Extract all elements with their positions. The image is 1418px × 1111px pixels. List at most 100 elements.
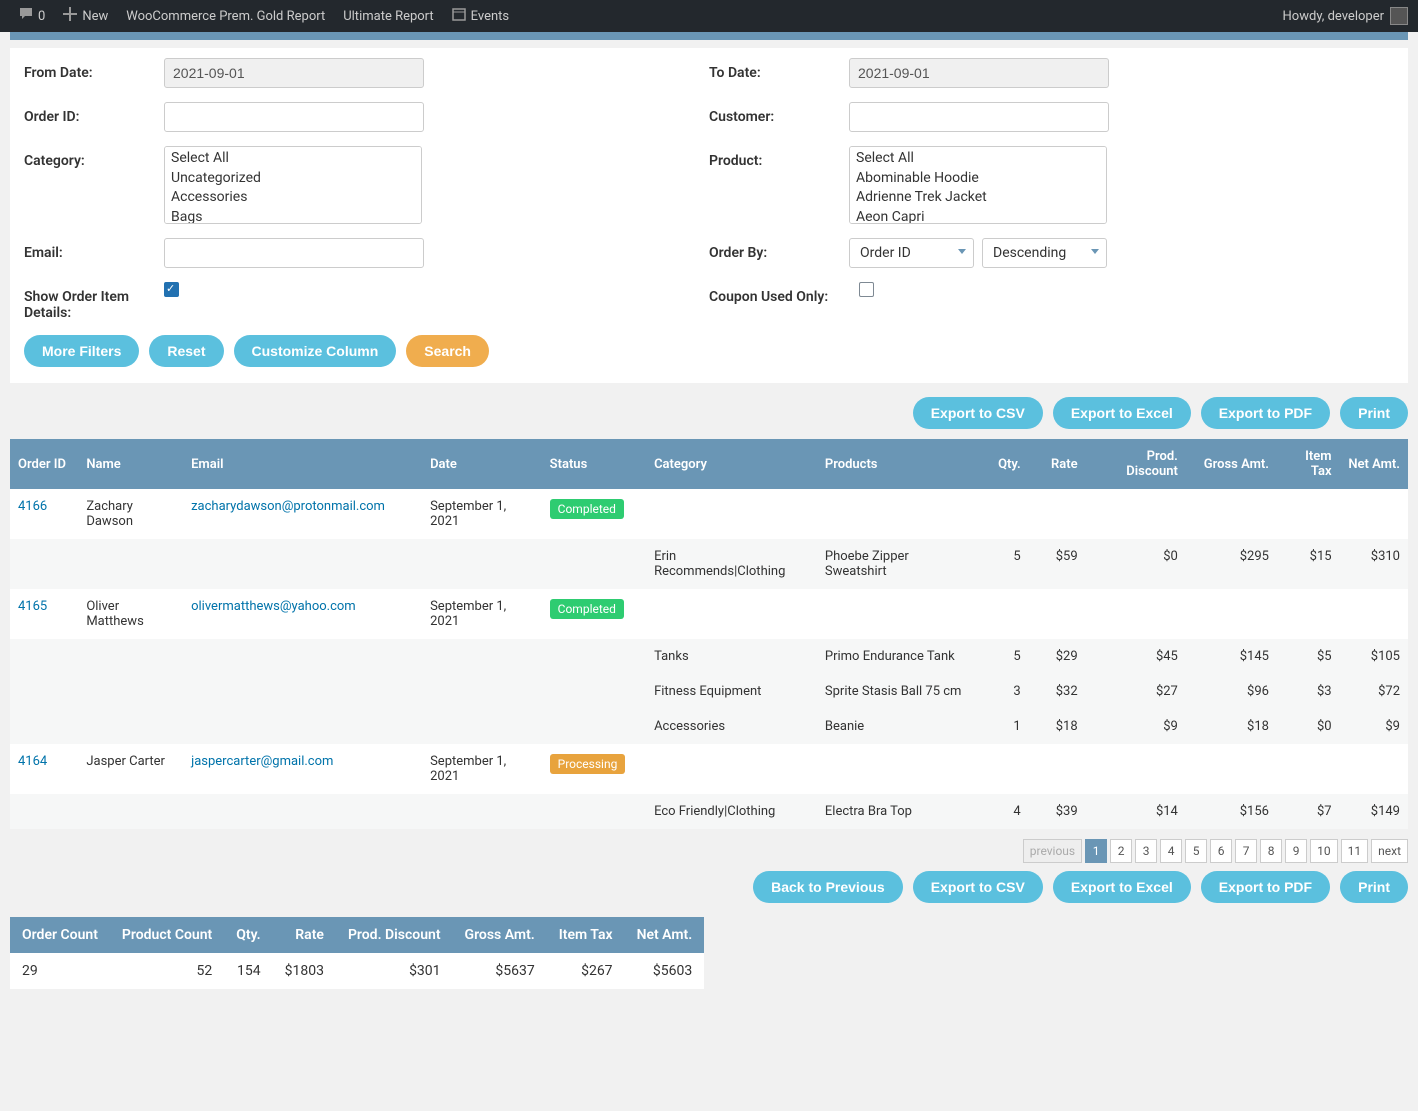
cell-category: Fitness Equipment <box>646 674 817 709</box>
product-option[interactable]: Select All <box>854 149 1102 169</box>
th-gross-amt[interactable]: Gross Amt. <box>1186 439 1277 489</box>
reset-button[interactable]: Reset <box>149 335 223 367</box>
cell-product: Electra Bra Top <box>817 794 972 829</box>
woocommerce-report-link[interactable]: WooCommerce Prem. Gold Report <box>118 0 333 32</box>
email-link[interactable]: olivermatthews@yahoo.com <box>191 599 356 614</box>
order-id-link[interactable]: 4166 <box>18 499 47 514</box>
export-csv-button[interactable]: Export to CSV <box>913 397 1043 429</box>
table-row: 4165 Oliver Matthews olivermatthews@yahoo.… <box>10 589 1408 639</box>
page-number[interactable]: 9 <box>1285 839 1307 863</box>
th-rate[interactable]: Rate <box>1029 439 1086 489</box>
table-row: TanksPrimo Endurance Tank5$29$45$145$5$1… <box>10 639 1408 674</box>
order-id-label: Order ID: <box>24 102 164 125</box>
th-order-id[interactable]: Order ID <box>10 439 78 489</box>
more-filters-button[interactable]: More Filters <box>24 335 139 367</box>
print-button[interactable]: Print <box>1340 397 1408 429</box>
product-option[interactable]: Abominable Hoodie <box>854 169 1102 189</box>
page-number[interactable]: 4 <box>1160 839 1182 863</box>
th-prod-discount[interactable]: Prod. Discount <box>1086 439 1186 489</box>
print-button-bottom[interactable]: Print <box>1340 871 1408 903</box>
search-button[interactable]: Search <box>406 335 489 367</box>
th-net-amt[interactable]: Net Amt. <box>1340 439 1408 489</box>
plus-icon <box>63 7 77 25</box>
page-number[interactable]: 5 <box>1185 839 1207 863</box>
cell-discount: $45 <box>1086 639 1186 674</box>
customize-column-button[interactable]: Customize Column <box>234 335 397 367</box>
avatar <box>1390 7 1408 25</box>
th-email[interactable]: Email <box>183 439 422 489</box>
table-row: Erin Recommends|ClothingPhoebe Zipper Sw… <box>10 539 1408 589</box>
th-qty[interactable]: Qty. <box>972 439 1029 489</box>
th-category[interactable]: Category <box>646 439 817 489</box>
page-number[interactable]: 7 <box>1235 839 1257 863</box>
cell-name: Oliver Matthews <box>78 589 183 639</box>
th-products[interactable]: Products <box>817 439 972 489</box>
export-pdf-button[interactable]: Export to PDF <box>1201 397 1330 429</box>
page-number[interactable]: 3 <box>1135 839 1157 863</box>
new-link[interactable]: New <box>55 0 116 32</box>
export-excel-button-bottom[interactable]: Export to Excel <box>1053 871 1191 903</box>
cell-tax: $5 <box>1277 639 1340 674</box>
export-excel-button[interactable]: Export to Excel <box>1053 397 1191 429</box>
to-date-input[interactable] <box>849 58 1109 88</box>
admin-bar-right[interactable]: Howdy, developer <box>1283 7 1408 25</box>
th-status[interactable]: Status <box>542 439 646 489</box>
order-id-link[interactable]: 4164 <box>18 754 47 769</box>
page-prev[interactable]: previous <box>1023 839 1082 863</box>
email-link[interactable]: jaspercarter@gmail.com <box>191 754 333 769</box>
export-csv-button-bottom[interactable]: Export to CSV <box>913 871 1043 903</box>
page-number[interactable]: 1 <box>1085 839 1107 863</box>
order-id-input[interactable] <box>164 102 424 132</box>
comments-link[interactable]: 0 <box>10 0 53 32</box>
table-row: 4164Jasper Carterjaspercarter@gmail.comS… <box>10 744 1408 794</box>
export-pdf-button-bottom[interactable]: Export to PDF <box>1201 871 1330 903</box>
product-option[interactable]: Adrienne Trek Jacket <box>854 188 1102 208</box>
email-link[interactable]: zacharydawson@protonmail.com <box>191 499 385 514</box>
page-number[interactable]: 2 <box>1110 839 1132 863</box>
cell-category: Accessories <box>646 709 817 744</box>
cell-tax: $3 <box>1277 674 1340 709</box>
events-label: Events <box>471 9 509 24</box>
orders-table: Order ID Name Email Date Status Category… <box>10 439 1408 829</box>
category-listbox[interactable]: Select AllUncategorizedAccessoriesBagsBa… <box>164 146 422 224</box>
from-date-label: From Date: <box>24 58 164 81</box>
admin-bar-left: 0 New WooCommerce Prem. Gold Report Ulti… <box>10 0 517 32</box>
customer-label: Customer: <box>709 102 849 125</box>
status-badge: Processing <box>550 754 626 774</box>
th-name[interactable]: Name <box>78 439 183 489</box>
email-input[interactable] <box>164 238 424 268</box>
std-product-count: 52 <box>110 953 224 989</box>
page-number[interactable]: 11 <box>1341 839 1369 863</box>
page-next[interactable]: next <box>1371 839 1408 863</box>
from-date-input[interactable] <box>164 58 424 88</box>
product-option[interactable]: Aeon Capri <box>854 208 1102 224</box>
cell-discount: $9 <box>1086 709 1186 744</box>
summary-table: Order Count Product Count Qty. Rate Prod… <box>10 917 704 989</box>
show-order-item-checkbox[interactable] <box>164 282 179 297</box>
category-option[interactable]: Select All <box>169 149 417 169</box>
order-by-field-select[interactable]: Order ID <box>849 238 974 268</box>
cell-category: Erin Recommends|Clothing <box>646 539 817 589</box>
th-date[interactable]: Date <box>422 439 542 489</box>
header-strip <box>10 32 1408 40</box>
page-number[interactable]: 10 <box>1310 839 1338 863</box>
ultimate-report-link[interactable]: Ultimate Report <box>335 0 441 32</box>
cell-date: September 1, 2021 <box>422 489 542 539</box>
pagination: previous1234567891011next <box>10 839 1408 863</box>
category-option[interactable]: Uncategorized <box>169 169 417 189</box>
back-to-previous-button[interactable]: Back to Previous <box>753 871 903 903</box>
events-link[interactable]: Events <box>444 0 517 32</box>
cell-category: Eco Friendly|Clothing <box>646 794 817 829</box>
order-id-link[interactable]: 4165 <box>18 599 47 614</box>
category-option[interactable]: Accessories <box>169 188 417 208</box>
page-number[interactable]: 6 <box>1210 839 1232 863</box>
product-listbox[interactable]: Select AllAbominable HoodieAdrienne Trek… <box>849 146 1107 224</box>
chevron-down-icon <box>958 249 966 254</box>
category-option[interactable]: Bags <box>169 208 417 224</box>
customer-input[interactable] <box>849 102 1109 132</box>
coupon-used-checkbox[interactable] <box>859 282 874 297</box>
th-item-tax[interactable]: Item Tax <box>1277 439 1340 489</box>
page-number[interactable]: 8 <box>1260 839 1282 863</box>
order-by-dir-select[interactable]: Descending <box>982 238 1107 268</box>
cell-name: Jasper Carter <box>78 744 183 794</box>
